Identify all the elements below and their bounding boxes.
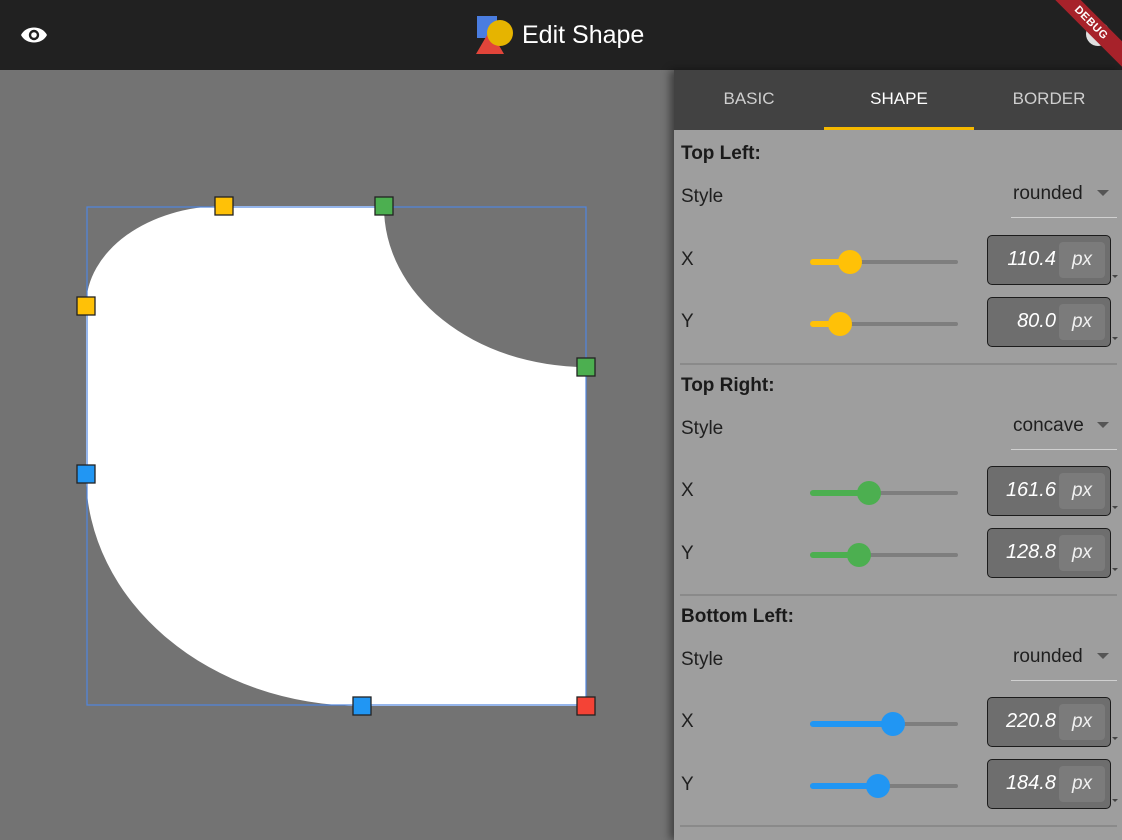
x-label: X (681, 480, 694, 501)
top-left-y-handle[interactable] (76, 296, 96, 316)
unit-dropdown-icon (1112, 337, 1118, 340)
unit-dropdown-icon (1112, 568, 1118, 571)
number-value[interactable]: 110.4 (988, 248, 1056, 271)
section-divider (680, 594, 1117, 596)
edited-shape[interactable] (86, 206, 586, 706)
y-label: Y (681, 774, 694, 795)
debug-label: DEBUG (1045, 0, 1122, 69)
number-value[interactable]: 161.6 (988, 479, 1056, 502)
slider-thumb[interactable] (828, 312, 852, 336)
unit-selector[interactable]: px (1059, 535, 1105, 571)
top-left-x-slider[interactable] (810, 247, 958, 277)
unit-selector[interactable]: px (1059, 473, 1105, 509)
tab-bar: BASIC SHAPE BORDER (674, 70, 1122, 130)
bottom-right-handle[interactable] (576, 696, 596, 716)
eye-icon (21, 27, 47, 43)
top-left-x-input[interactable]: 110.4 px (987, 235, 1118, 285)
style-value: rounded (1013, 646, 1083, 667)
section-divider (680, 825, 1117, 827)
tab-shape[interactable]: SHAPE (824, 70, 974, 130)
unit-dropdown-icon (1112, 275, 1118, 278)
bottom-left-style-select[interactable]: rounded (1011, 640, 1117, 681)
bottom-left-y-handle[interactable] (76, 464, 96, 484)
y-label: Y (681, 311, 694, 332)
bottom-left-x-handle[interactable] (352, 696, 372, 716)
bottom-left-y-slider[interactable] (810, 771, 958, 801)
shape-canvas[interactable] (0, 70, 674, 840)
style-value: concave (1013, 415, 1084, 436)
x-label: X (681, 711, 694, 732)
tab-indicator (824, 127, 974, 130)
shape-editor-svg[interactable] (0, 70, 674, 840)
slider-thumb[interactable] (866, 774, 890, 798)
preview-button[interactable] (14, 19, 54, 51)
top-right-style-select[interactable]: concave (1011, 409, 1117, 450)
slider-thumb[interactable] (847, 543, 871, 567)
tab-border[interactable]: BORDER (974, 70, 1122, 130)
section-divider (680, 363, 1117, 365)
x-label: X (681, 249, 694, 270)
unit-selector[interactable]: px (1059, 766, 1105, 802)
top-left-x-handle[interactable] (214, 196, 234, 216)
top-left-y-input[interactable]: 80.0 px (987, 297, 1118, 347)
style-label: Style (681, 418, 724, 439)
caret-down-icon (1097, 190, 1109, 196)
caret-down-icon (1097, 422, 1109, 428)
unit-selector[interactable]: px (1059, 242, 1105, 278)
style-label: Style (681, 186, 724, 207)
number-value[interactable]: 80.0 (988, 310, 1056, 333)
top-right-y-slider[interactable] (810, 540, 958, 570)
app-bar: Edit Shape DEBUG (0, 0, 1122, 70)
slider-thumb[interactable] (857, 481, 881, 505)
shapes-logo-icon (476, 16, 513, 54)
slider-thumb[interactable] (838, 250, 862, 274)
style-value: rounded (1013, 183, 1083, 204)
top-right-y-handle[interactable] (576, 357, 596, 377)
settings-panel: BASIC SHAPE BORDER Top Left: Style round… (674, 70, 1122, 840)
style-label: Style (681, 649, 724, 670)
title-group: Edit Shape (476, 16, 644, 54)
slider-thumb[interactable] (881, 712, 905, 736)
section-title-top-right: Top Right: (681, 375, 775, 396)
unit-dropdown-icon (1112, 799, 1118, 802)
section-title-top-left: Top Left: (681, 143, 761, 164)
caret-down-icon (1097, 653, 1109, 659)
section-title-bottom-left: Bottom Left: (681, 606, 794, 627)
page-title: Edit Shape (522, 20, 645, 49)
number-value[interactable]: 128.8 (988, 541, 1056, 564)
bottom-left-x-input[interactable]: 220.8 px (987, 697, 1118, 747)
y-label: Y (681, 543, 694, 564)
top-right-y-input[interactable]: 128.8 px (987, 528, 1118, 578)
unit-dropdown-icon (1112, 737, 1118, 740)
debug-banner: DEBUG (1042, 0, 1122, 80)
top-left-style-select[interactable]: rounded (1011, 177, 1117, 218)
top-left-y-slider[interactable] (810, 309, 958, 339)
top-right-x-input[interactable]: 161.6 px (987, 466, 1118, 516)
top-right-x-slider[interactable] (810, 478, 958, 508)
top-right-x-handle[interactable] (374, 196, 394, 216)
unit-selector[interactable]: px (1059, 304, 1105, 340)
unit-dropdown-icon (1112, 506, 1118, 509)
number-value[interactable]: 184.8 (988, 772, 1056, 795)
bottom-left-y-input[interactable]: 184.8 px (987, 759, 1118, 809)
number-value[interactable]: 220.8 (988, 710, 1056, 733)
unit-selector[interactable]: px (1059, 704, 1105, 740)
tab-basic[interactable]: BASIC (674, 70, 824, 130)
bottom-left-x-slider[interactable] (810, 709, 958, 739)
